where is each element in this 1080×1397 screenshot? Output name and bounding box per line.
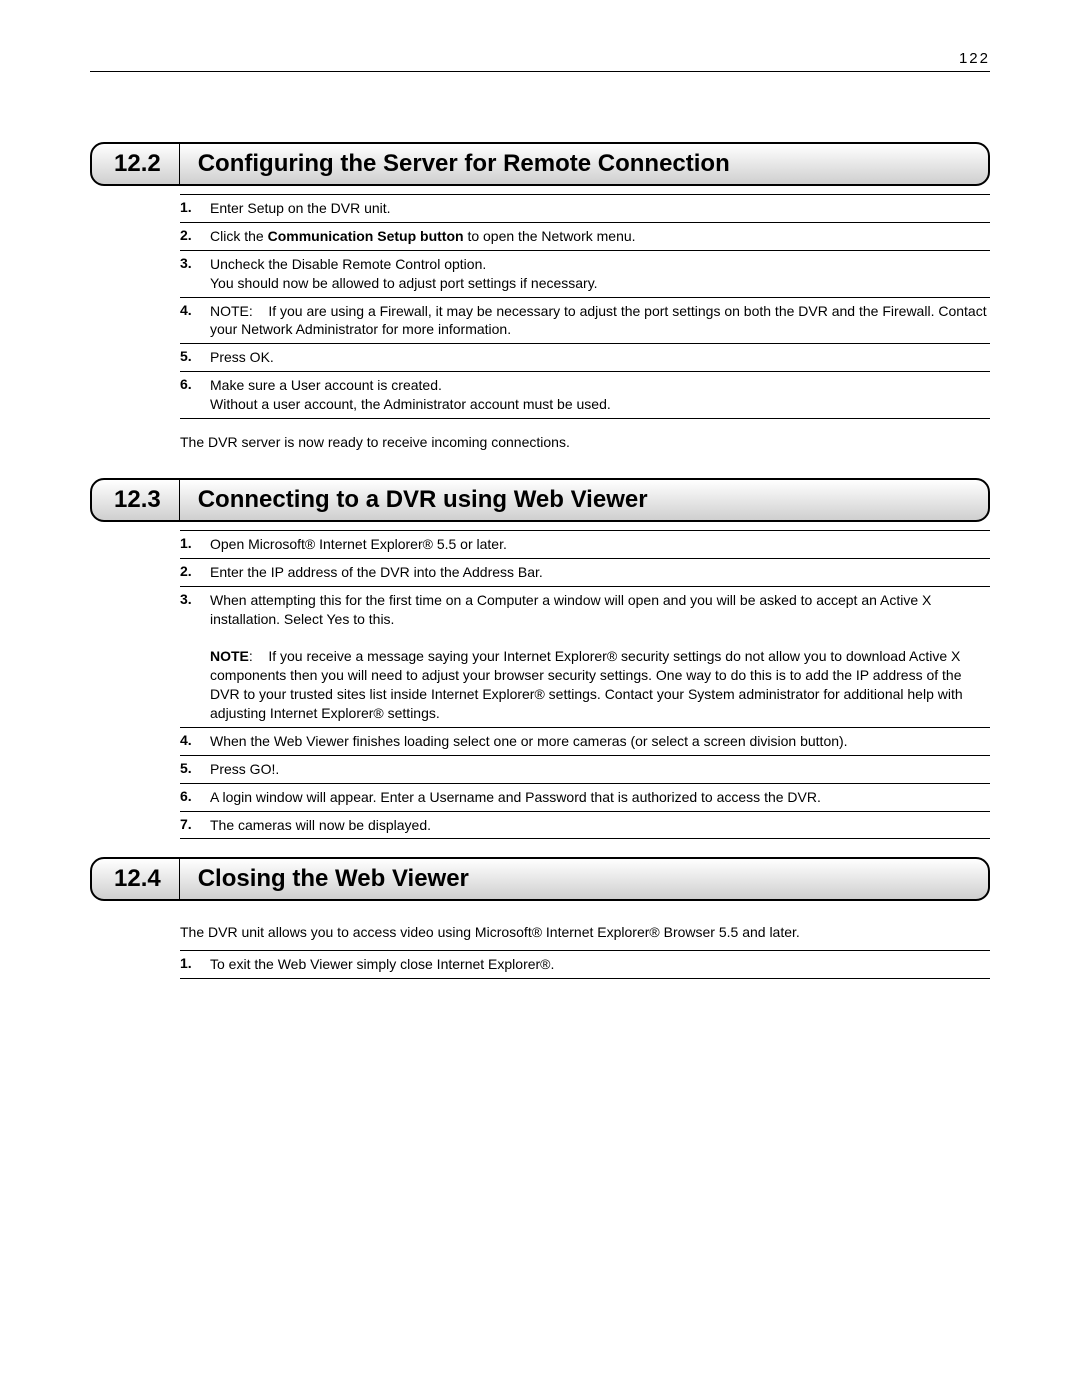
sections-container: 12.2Configuring the Server for Remote Co… [90, 142, 990, 979]
step-number: 6. [180, 788, 210, 807]
step-text: Uncheck the Disable Remote Control optio… [210, 255, 990, 293]
section-number: 12.4 [92, 859, 180, 899]
page-header: 122 [90, 50, 990, 72]
step-text: When attempting this for the first time … [210, 591, 990, 723]
step-text: NOTE: If you are using a Firewall, it ma… [210, 302, 990, 340]
step-row: 7.The cameras will now be displayed. [180, 812, 990, 840]
step-row: 1.To exit the Web Viewer simply close In… [180, 951, 990, 979]
step-number: 6. [180, 376, 210, 414]
step-text: Enter Setup on the DVR unit. [210, 199, 990, 218]
document-page: 122 12.2Configuring the Server for Remot… [0, 0, 1080, 1039]
step-text: The cameras will now be displayed. [210, 816, 990, 835]
step-text: When the Web Viewer finishes loading sel… [210, 732, 990, 751]
step-row: 5.Press GO!. [180, 756, 990, 784]
step-row: 2.Enter the IP address of the DVR into t… [180, 559, 990, 587]
step-text: To exit the Web Viewer simply close Inte… [210, 955, 990, 974]
step-number: 5. [180, 760, 210, 779]
step-text: A login window will appear. Enter a User… [210, 788, 990, 807]
step-row: 4.NOTE: If you are using a Firewall, it … [180, 298, 990, 345]
step-row: 5.Press OK. [180, 344, 990, 372]
step-row: 3.When attempting this for the first tim… [180, 587, 990, 728]
steps-list: 1.Enter Setup on the DVR unit.2.Click th… [180, 194, 990, 419]
step-text: Press OK. [210, 348, 990, 367]
step-number: 3. [180, 591, 210, 723]
section-number: 12.2 [92, 144, 180, 184]
step-number: 4. [180, 302, 210, 340]
section-header: 12.4Closing the Web Viewer [90, 857, 990, 901]
step-row: 6.Make sure a User account is created.Wi… [180, 372, 990, 419]
step-row: 3.Uncheck the Disable Remote Control opt… [180, 251, 990, 298]
step-row: 2.Click the Communication Setup button t… [180, 223, 990, 251]
page-number: 122 [959, 50, 990, 67]
step-number: 2. [180, 563, 210, 582]
step-row: 1.Enter Setup on the DVR unit. [180, 195, 990, 223]
step-text: Make sure a User account is created.With… [210, 376, 990, 414]
step-number: 7. [180, 816, 210, 835]
section-title: Closing the Web Viewer [180, 859, 487, 899]
step-text: Enter the IP address of the DVR into the… [210, 563, 990, 582]
section-intro: The DVR unit allows you to access video … [180, 909, 990, 951]
section-header: 12.3Connecting to a DVR using Web Viewer [90, 478, 990, 522]
step-row: 4.When the Web Viewer finishes loading s… [180, 728, 990, 756]
step-number: 4. [180, 732, 210, 751]
section-title: Connecting to a DVR using Web Viewer [180, 480, 666, 520]
step-number: 1. [180, 199, 210, 218]
step-text: Click the Communication Setup button to … [210, 227, 990, 246]
step-row: 6.A login window will appear. Enter a Us… [180, 784, 990, 812]
section-outro: The DVR server is now ready to receive i… [180, 419, 990, 460]
step-number: 3. [180, 255, 210, 293]
step-text: Open Microsoft® Internet Explorer® 5.5 o… [210, 535, 990, 554]
step-number: 5. [180, 348, 210, 367]
step-number: 2. [180, 227, 210, 246]
section-title: Configuring the Server for Remote Connec… [180, 144, 748, 184]
section-header: 12.2Configuring the Server for Remote Co… [90, 142, 990, 186]
steps-list: 1.To exit the Web Viewer simply close In… [180, 951, 990, 979]
step-text: Press GO!. [210, 760, 990, 779]
step-row: 1.Open Microsoft® Internet Explorer® 5.5… [180, 531, 990, 559]
step-number: 1. [180, 535, 210, 554]
step-number: 1. [180, 955, 210, 974]
steps-list: 1.Open Microsoft® Internet Explorer® 5.5… [180, 530, 990, 840]
section-number: 12.3 [92, 480, 180, 520]
